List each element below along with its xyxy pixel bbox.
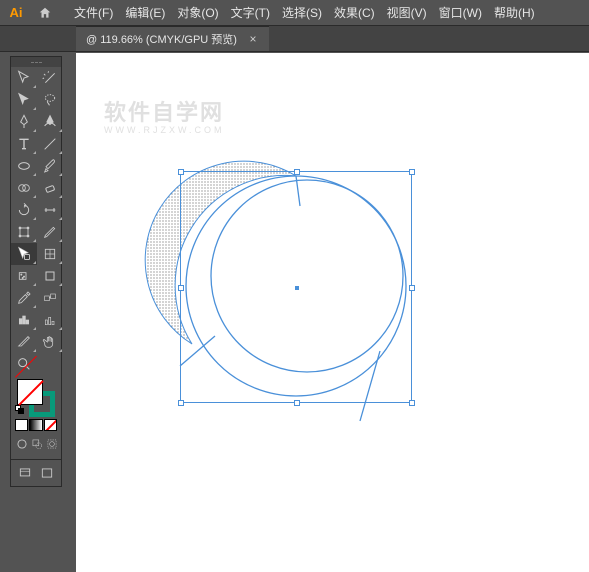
tab-close-icon[interactable]: × xyxy=(247,33,259,45)
color-mode-row xyxy=(11,417,61,433)
width-tool[interactable] xyxy=(37,199,63,221)
perspective-selection-tool[interactable] xyxy=(11,243,37,265)
artboard-tool[interactable] xyxy=(37,265,63,287)
selection-tool[interactable] xyxy=(11,67,37,89)
fill-stroke-control[interactable] xyxy=(11,375,61,417)
paintbrush-tool[interactable] xyxy=(37,155,63,177)
handle-top-mid[interactable] xyxy=(294,169,300,175)
menu-effect[interactable]: 效果(C) xyxy=(328,0,381,25)
tab-label: @ 119.66% (CMYK/GPU 预览) xyxy=(86,31,237,47)
handle-top-left[interactable] xyxy=(178,169,184,175)
handle-bot-left[interactable] xyxy=(178,400,184,406)
direct-selection-tool[interactable] xyxy=(11,89,37,111)
gradient-mesh-tool[interactable] xyxy=(37,243,63,265)
fill-swatch[interactable] xyxy=(17,379,43,405)
bounding-box[interactable] xyxy=(180,171,412,403)
draw-normal-icon[interactable] xyxy=(15,435,29,453)
draw-behind-icon[interactable] xyxy=(30,435,44,453)
center-point xyxy=(295,286,299,290)
canvas[interactable]: 软件自学网 WWW.RJZXW.COM xyxy=(76,53,589,572)
menu-help[interactable]: 帮助(H) xyxy=(488,0,541,25)
toolbox-panel xyxy=(10,56,62,487)
rotate-tool[interactable] xyxy=(11,199,37,221)
menu-items: 文件(F) 编辑(E) 对象(O) 文字(T) 选择(S) 效果(C) 视图(V… xyxy=(68,0,541,25)
eyedropper-tool[interactable] xyxy=(11,287,37,309)
handle-top-right[interactable] xyxy=(409,169,415,175)
slice-tool[interactable] xyxy=(11,331,37,353)
shape-builder-tool[interactable] xyxy=(11,177,37,199)
document-tab[interactable]: @ 119.66% (CMYK/GPU 预览) × xyxy=(76,26,269,51)
ellipse-tool[interactable] xyxy=(11,155,37,177)
screen-mode-row xyxy=(11,460,61,486)
eraser-tool[interactable] xyxy=(37,177,63,199)
selected-artwork[interactable] xyxy=(180,171,416,407)
watermark-line2: WWW.RJZXW.COM xyxy=(104,125,224,135)
hand-tool[interactable] xyxy=(37,331,63,353)
menu-view[interactable]: 视图(V) xyxy=(381,0,433,25)
handle-bot-right[interactable] xyxy=(409,400,415,406)
lasso-tool[interactable] xyxy=(37,89,63,111)
toolbox-grip[interactable] xyxy=(11,57,61,67)
watermark: 软件自学网 WWW.RJZXW.COM xyxy=(104,95,224,135)
menu-window[interactable]: 窗口(W) xyxy=(433,0,488,25)
scissors-tool[interactable] xyxy=(11,309,37,331)
edit-toolbar-icon[interactable] xyxy=(37,464,57,482)
handle-bot-mid[interactable] xyxy=(294,400,300,406)
screen-mode-icon[interactable] xyxy=(15,464,35,482)
document-tabbar: @ 119.66% (CMYK/GPU 预览) × xyxy=(0,26,589,52)
draw-inside-icon[interactable] xyxy=(45,435,59,453)
swatch-none[interactable] xyxy=(44,419,57,431)
pencil-tool[interactable] xyxy=(37,221,63,243)
magic-wand-tool[interactable] xyxy=(37,67,63,89)
watermark-line1: 软件自学网 xyxy=(104,95,224,127)
menu-edit[interactable]: 编辑(E) xyxy=(119,0,171,25)
menu-select[interactable]: 选择(S) xyxy=(276,0,328,25)
type-tool[interactable] xyxy=(11,133,37,155)
menu-file[interactable]: 文件(F) xyxy=(68,0,119,25)
line-tool[interactable] xyxy=(37,133,63,155)
swatch-color[interactable] xyxy=(15,419,28,431)
pen-tool[interactable] xyxy=(11,111,37,133)
handle-mid-left[interactable] xyxy=(178,285,184,291)
symbol-sprayer-tool[interactable] xyxy=(11,265,37,287)
drawing-modes xyxy=(11,433,61,459)
default-fill-stroke-icon[interactable] xyxy=(15,405,25,415)
tools-grid xyxy=(11,67,61,375)
free-transform-tool[interactable] xyxy=(11,221,37,243)
swatch-gradient[interactable] xyxy=(29,419,42,431)
app-logo: Ai xyxy=(4,3,28,23)
column-graph-tool[interactable] xyxy=(37,309,63,331)
curvature-tool[interactable] xyxy=(37,111,63,133)
menu-object[interactable]: 对象(O) xyxy=(171,0,224,25)
handle-mid-right[interactable] xyxy=(409,285,415,291)
menu-type[interactable]: 文字(T) xyxy=(225,0,276,25)
home-icon[interactable] xyxy=(34,3,56,23)
blend-tool[interactable] xyxy=(37,287,63,309)
menubar: Ai 文件(F) 编辑(E) 对象(O) 文字(T) 选择(S) 效果(C) 视… xyxy=(0,0,589,26)
